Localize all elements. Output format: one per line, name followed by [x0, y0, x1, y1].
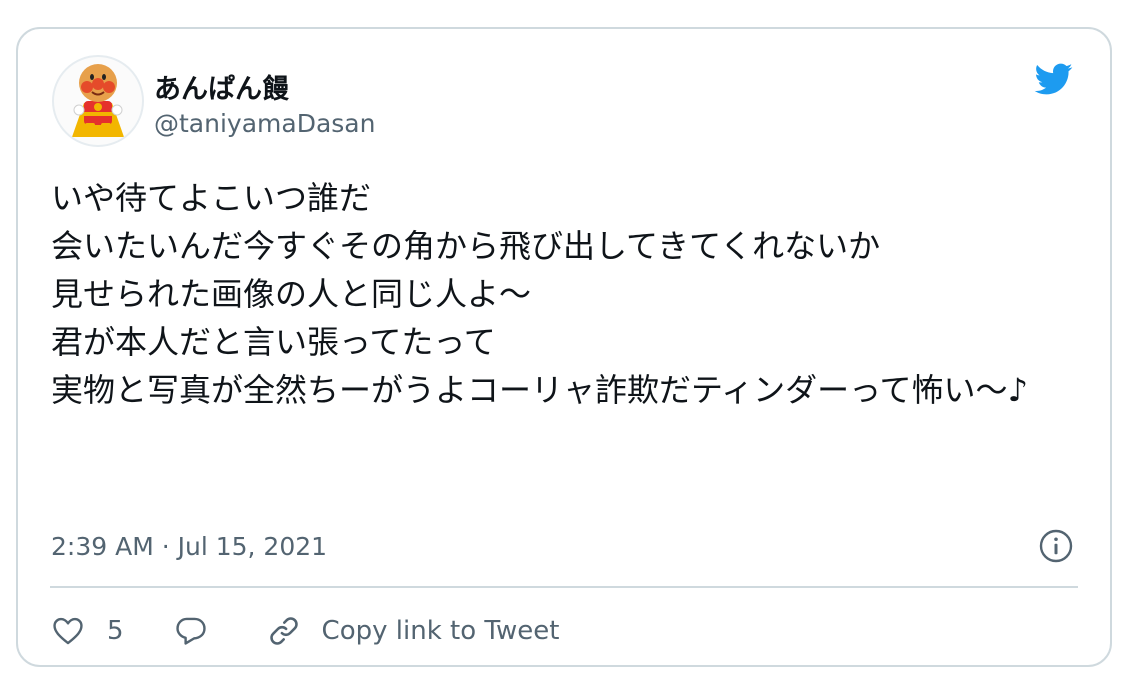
link-icon — [269, 617, 298, 645]
tweet-text-line: 会いたいんだ今すぐその角から飛び出してきてくれないか — [51, 227, 881, 265]
reply-bubble-icon — [175, 617, 206, 645]
heart-icon — [53, 617, 83, 645]
like-count: 5 — [107, 616, 124, 646]
copy-link-button[interactable]: Copy link to Tweet — [266, 613, 560, 649]
like-button[interactable]: 5 — [51, 614, 124, 648]
author-avatar[interactable] — [52, 55, 144, 147]
author-display-name[interactable]: あんぱん饅 — [154, 67, 289, 106]
tweet-text-line: 君が本人だと言い張ってたって — [51, 323, 496, 361]
twitter-bird-icon[interactable] — [1030, 59, 1076, 99]
author-handle[interactable]: @taniyamaDasan — [154, 109, 375, 138]
tweet-text-line: いや待てよこいつ誰だ — [51, 179, 372, 217]
tweet-text: いや待てよこいつ誰だ 会いたいんだ今すぐその角から飛び出してきてくれないか 見せ… — [51, 174, 1061, 414]
tweet-text-line: 実物と写真が全然ちーがうよコーリャ詐欺だティンダーって怖い〜♪ — [51, 371, 1028, 409]
copy-link-label: Copy link to Tweet — [321, 616, 560, 646]
tweet-actions: 5 Copy link to Tweet — [51, 609, 559, 653]
info-icon[interactable] — [1038, 528, 1074, 564]
anpanman-avatar-icon — [72, 64, 124, 137]
reply-button[interactable] — [174, 614, 208, 648]
tweet-timestamp[interactable]: 2:39 AM · Jul 15, 2021 — [51, 532, 327, 561]
tweet-card: あんぱん饅 @taniyamaDasan いや待てよこいつ誰だ 会いたいんだ今す… — [16, 27, 1112, 667]
divider — [50, 586, 1078, 588]
tweet-text-line: 見せられた画像の人と同じ人よ〜 — [51, 275, 532, 313]
